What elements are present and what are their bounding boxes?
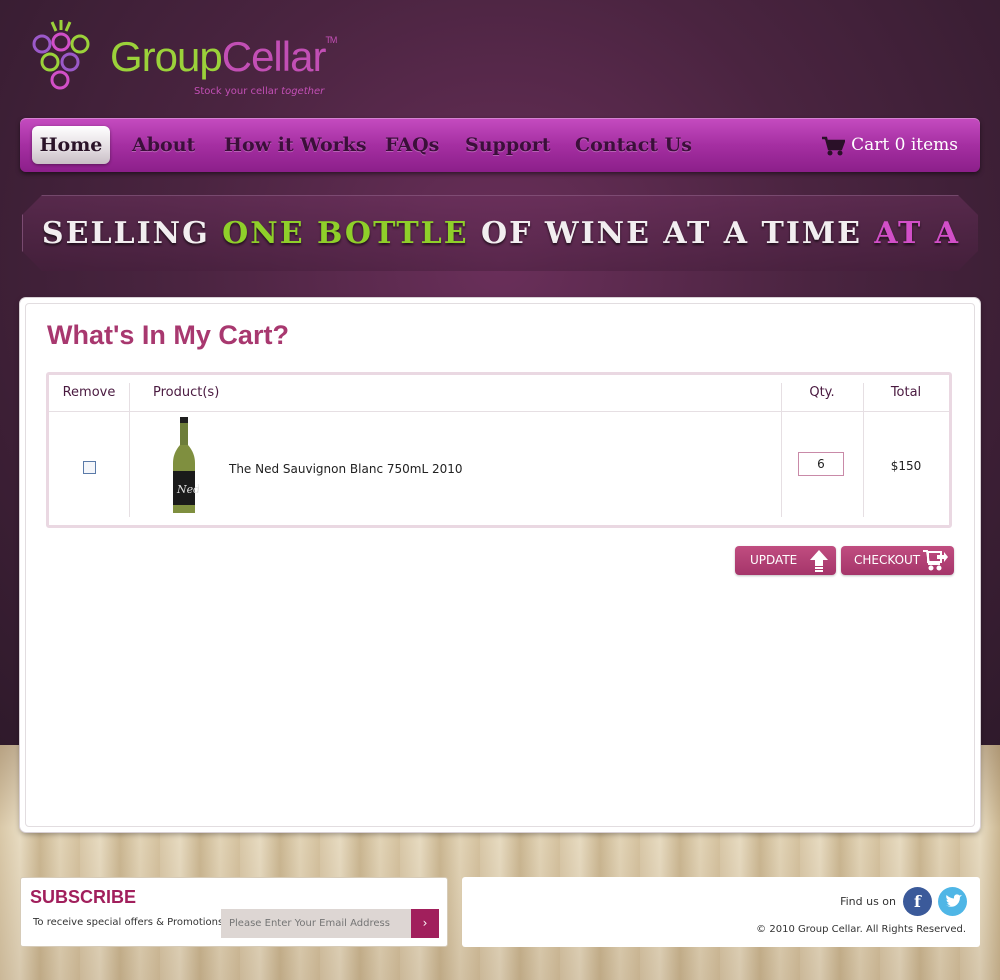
nav-item-about[interactable]: About [132,126,195,164]
header-divider [49,411,949,412]
wine-bottle-image: Ned [173,417,199,513]
nav-item-contact-us[interactable]: Contact Us [575,126,692,164]
cart-link[interactable]: Cart 0 items [821,126,958,164]
email-field[interactable] [221,909,411,938]
subscribe-title: SUBSCRIBE [30,887,137,907]
logo-trademark: TM [325,35,337,45]
promo-banner: SELLING ONE BOTTLE OF WINE AT A TIME AT … [22,195,978,271]
upload-arrow-icon [810,550,828,572]
tagline-text: Stock your cellar [194,86,278,97]
update-button-label: UPDATE [750,553,798,567]
update-button[interactable]: UPDATE [735,546,836,575]
facebook-icon[interactable]: f [903,887,932,916]
nav-item-faqs[interactable]: FAQs [385,126,439,164]
logo[interactable]: GroupCellarTM Stock your cellar together [28,18,358,103]
tagline-emphasis: together [281,86,325,97]
nav-item-home[interactable]: Home [32,126,110,164]
copyright-text: © 2010 Group Cellar. All Rights Reserved… [756,924,966,935]
banner-part-3: OF WINE AT A TIME [468,216,875,251]
nav-item-how-it-works[interactable]: How it Works [224,126,367,164]
column-header-remove: Remove [62,385,116,400]
quantity-input[interactable] [798,452,844,476]
twitter-bird-glyph [946,894,962,907]
find-us-label: Find us on [840,895,896,908]
logo-word-group: Group [110,33,223,80]
logo-tagline: Stock your cellar together [194,86,324,97]
subscribe-submit-button[interactable]: › [411,909,439,938]
banner-part-2: ONE BOTTLE [222,216,469,251]
twitter-icon[interactable] [938,887,967,916]
column-header-product: Product(s) [153,385,220,400]
cart-table: Remove Product(s) Qty. Total Ned The Ned… [46,372,952,528]
column-divider [781,383,782,517]
cart-panel: What's In My Cart? Remove Product(s) Qty… [20,298,980,832]
cart-label: Cart 0 items [851,135,958,155]
column-divider [129,383,130,517]
checkout-button[interactable]: CHECKOUT [841,546,954,575]
arrow-right-icon: › [422,916,428,930]
subscribe-description: To receive special offers & Promotions [33,917,224,928]
row-total: $150 [890,459,922,473]
nav-item-support[interactable]: Support [465,126,551,164]
main-nav: Home About How it Works FAQs Support Con… [20,118,980,172]
page-title: What's In My Cart? [47,320,289,350]
cart-icon [822,136,846,155]
checkout-cart-icon [923,550,948,571]
column-divider [863,383,864,517]
logo-word-cellar: Cellar [221,33,327,80]
footer-info: Find us on f © 2010 Group Cellar. All Ri… [462,877,980,947]
column-header-total: Total [890,385,922,400]
product-name[interactable]: The Ned Sauvignon Blanc 750mL 2010 [229,462,463,476]
remove-checkbox[interactable] [83,461,96,474]
svg-text:Ned: Ned [176,483,199,496]
banner-part-1: SELLING [41,216,223,251]
logo-wordmark: GroupCellarTM [110,33,337,80]
banner-text: SELLING ONE BOTTLE OF WINE AT A TIME AT … [23,196,978,271]
subscribe-box: SUBSCRIBE To receive special offers & Pr… [20,877,448,947]
grapes-logo-icon [32,20,90,90]
column-header-qty: Qty. [809,385,835,400]
checkout-button-label: CHECKOUT [854,553,921,567]
